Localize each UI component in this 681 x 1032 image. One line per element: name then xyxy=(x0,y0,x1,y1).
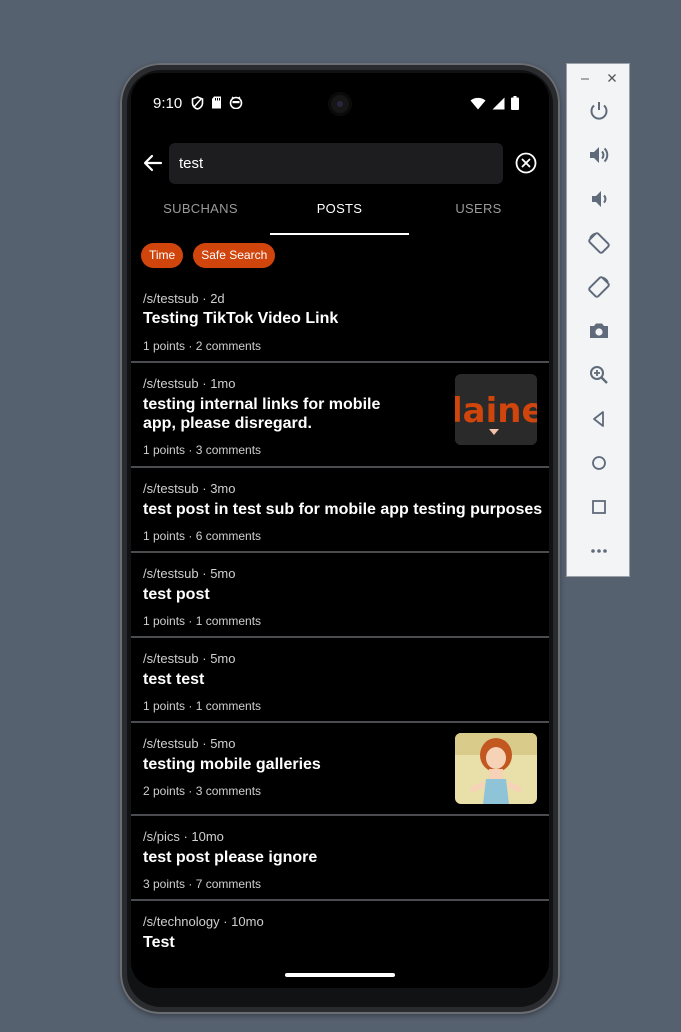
safe-search-chip[interactable]: Safe Search xyxy=(193,243,276,268)
list-item[interactable]: /s/testsub · 5mo test post 1 points · 1 … xyxy=(131,553,549,638)
rotate-right-icon[interactable] xyxy=(587,275,611,299)
clear-search-icon[interactable] xyxy=(515,152,537,174)
post-stats: 1 points · 2 comments xyxy=(143,339,262,353)
battery-icon xyxy=(511,96,519,110)
home-icon[interactable] xyxy=(587,451,611,475)
post-meta: /s/testsub · 1mo xyxy=(143,376,236,391)
shield-icon xyxy=(191,96,204,110)
post-title: test test xyxy=(143,671,205,688)
status-time: 9:10 xyxy=(153,95,183,112)
post-title: test post xyxy=(143,586,210,603)
status-bar: 9:10 xyxy=(131,73,549,135)
volume-down-icon[interactable] xyxy=(587,187,611,211)
more-icon[interactable] xyxy=(587,539,611,563)
post-meta: /s/technology · 10mo xyxy=(143,914,264,929)
phone-screen: 9:10 SUBCHANS POSTS USERS Time Safe Sear… xyxy=(131,73,549,988)
close-icon[interactable] xyxy=(607,73,617,83)
rotate-left-icon[interactable] xyxy=(587,231,611,255)
tab-users[interactable]: USERS xyxy=(409,191,548,233)
back-arrow-icon[interactable] xyxy=(141,151,165,175)
volume-up-icon[interactable] xyxy=(587,143,611,167)
post-stats: 2 points · 3 comments xyxy=(143,784,262,798)
sd-card-icon xyxy=(212,96,221,109)
post-title: testing mobile galleries xyxy=(143,756,321,773)
signal-icon xyxy=(492,97,505,109)
post-stats: 1 points · 3 comments xyxy=(143,443,262,457)
thumbnail-logo-text: laine xyxy=(455,391,537,431)
toolbar-window-controls xyxy=(567,70,629,86)
robot-face-icon xyxy=(229,96,243,109)
list-item[interactable]: /s/testsub · 3mo test post in test sub f… xyxy=(131,468,549,553)
time-filter-chip[interactable]: Time xyxy=(141,243,184,268)
tab-bar: SUBCHANS POSTS USERS xyxy=(131,191,549,235)
list-item[interactable]: /s/testsub · 5mo test test 1 points · 1 … xyxy=(131,638,549,723)
list-item[interactable]: /s/testsub · 1mo testing internal links … xyxy=(131,363,549,468)
overview-icon[interactable] xyxy=(587,495,611,519)
tab-posts[interactable]: POSTS xyxy=(270,191,409,235)
zoom-icon[interactable] xyxy=(587,363,611,387)
post-thumbnail[interactable]: laine xyxy=(455,374,537,445)
list-item[interactable]: /s/pics · 10mo test post please ignore 3… xyxy=(131,816,549,901)
post-title: Testing TikTok Video Link xyxy=(143,310,339,327)
back-icon[interactable] xyxy=(587,407,611,431)
post-meta: /s/testsub · 2d xyxy=(143,291,225,306)
power-icon[interactable] xyxy=(587,99,611,123)
post-meta: /s/testsub · 5mo xyxy=(143,736,236,751)
post-thumbnail[interactable] xyxy=(455,733,537,804)
post-list: /s/testsub · 2d Testing TikTok Video Lin… xyxy=(131,278,549,986)
wifi-icon xyxy=(470,97,486,109)
filter-chips: Time Safe Search xyxy=(141,243,276,268)
post-stats: 1 points · 6 comments xyxy=(143,529,262,543)
post-stats: 3 points · 7 comments xyxy=(143,877,262,891)
front-camera xyxy=(328,92,352,116)
post-meta: /s/testsub · 5mo xyxy=(143,651,236,666)
post-title: test post in test sub for mobile app tes… xyxy=(143,501,543,518)
gesture-nav-handle[interactable] xyxy=(285,973,395,977)
post-title: test post please ignore xyxy=(143,849,318,866)
emulator-toolbar xyxy=(566,63,630,577)
list-item[interactable]: /s/testsub · 2d Testing TikTok Video Lin… xyxy=(131,278,549,363)
camera-icon[interactable] xyxy=(587,319,611,343)
search-bar xyxy=(131,143,549,185)
post-stats: 1 points · 1 comments xyxy=(143,614,262,628)
post-meta: /s/pics · 10mo xyxy=(143,829,224,844)
post-title: Test xyxy=(143,934,175,951)
post-meta: /s/testsub · 3mo xyxy=(143,481,236,496)
list-item[interactable]: /s/testsub · 5mo testing mobile gallerie… xyxy=(131,723,549,816)
post-title: testing internal links for mobile app, p… xyxy=(143,396,381,432)
post-meta: /s/testsub · 5mo xyxy=(143,566,236,581)
search-input[interactable] xyxy=(169,143,503,184)
tab-subchans[interactable]: SUBCHANS xyxy=(131,191,270,233)
minimize-icon[interactable] xyxy=(580,74,590,84)
post-stats: 1 points · 1 comments xyxy=(143,699,262,713)
